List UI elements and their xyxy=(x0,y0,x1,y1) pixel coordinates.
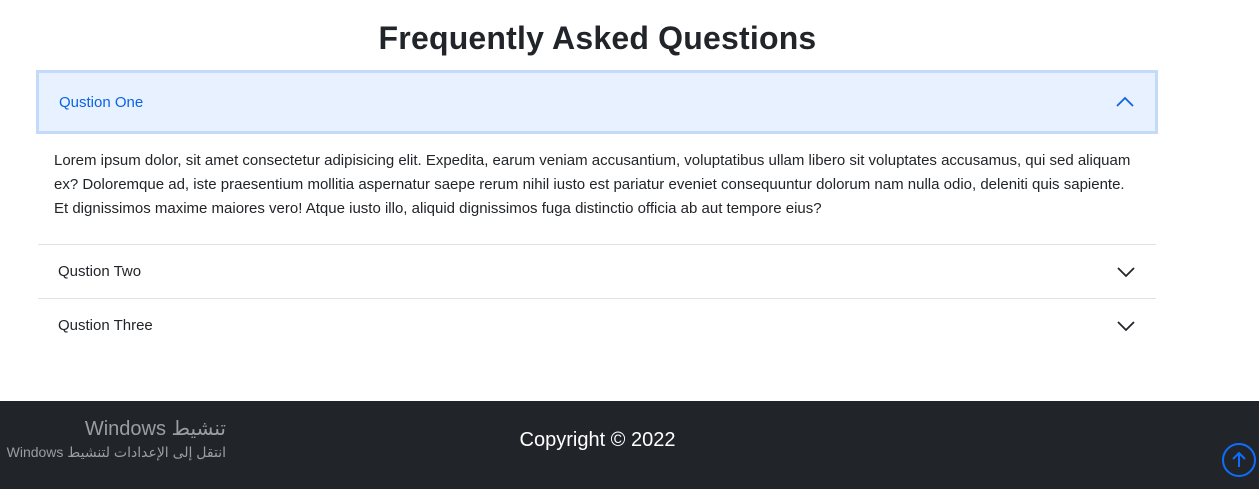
arrow-up-icon xyxy=(1232,451,1246,467)
copyright-text: Copyright © 2022 xyxy=(519,429,676,451)
accordion-item: Qustion Three xyxy=(38,299,1156,352)
page-title: Frequently Asked Questions xyxy=(378,20,817,56)
faq-accordion: Qustion One Lorem ipsum dolor, sit amet … xyxy=(38,72,1156,352)
question-label: Qustion Two xyxy=(58,263,142,280)
chevron-down-icon xyxy=(1117,266,1135,277)
question-label: Qustion One xyxy=(59,93,144,111)
accordion-item: Qustion One Lorem ipsum dolor, sit amet … xyxy=(38,73,1156,245)
accordion-header-question-one[interactable]: Qustion One xyxy=(39,73,1155,131)
page: Frequently Asked Questions Qustion One L… xyxy=(0,0,1259,489)
accordion-item: Qustion Two xyxy=(38,245,1156,299)
accordion-header-question-two[interactable]: Qustion Two xyxy=(38,245,1156,298)
accordion-body: Lorem ipsum dolor, sit amet consectetur … xyxy=(38,131,1156,245)
accordion-header-question-three[interactable]: Qustion Three xyxy=(38,299,1156,352)
footer: تنشيط Windows انتقل إلى الإعدادات لتنشيط… xyxy=(0,401,1259,489)
chevron-down-icon xyxy=(1117,320,1135,331)
question-label: Qustion Three xyxy=(58,317,153,334)
scroll-to-top-button[interactable] xyxy=(1222,443,1256,477)
chevron-up-icon xyxy=(1116,96,1134,107)
